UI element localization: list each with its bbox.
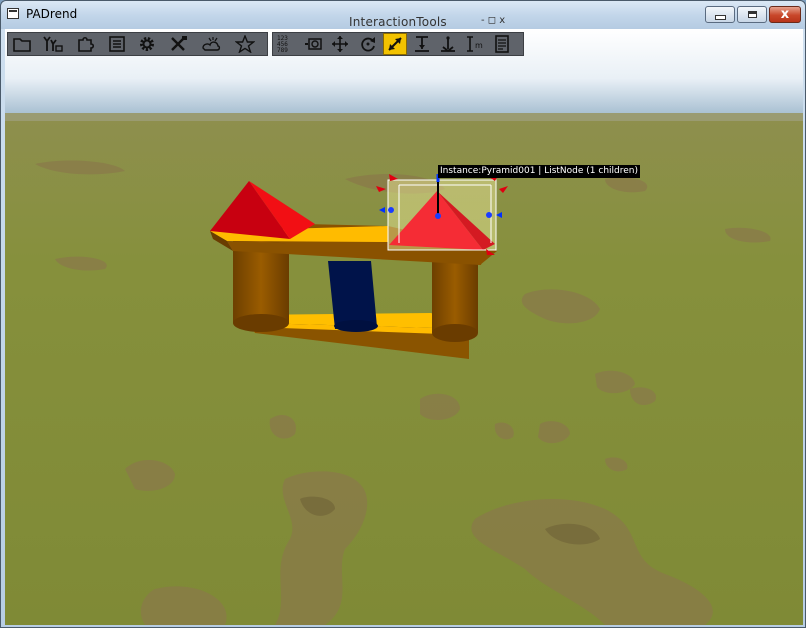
- minimize-button[interactable]: [705, 6, 735, 23]
- star-icon: [235, 35, 255, 53]
- minimize-icon: [714, 14, 726, 20]
- favorites-button[interactable]: [234, 34, 256, 54]
- close-icon: x: [780, 7, 790, 22]
- main-toolbar: [7, 32, 268, 56]
- move-icon: [332, 36, 348, 52]
- scale-icon: [388, 37, 402, 51]
- svg-text:m: m: [475, 41, 483, 50]
- list-icon: [109, 36, 125, 52]
- effects-button[interactable]: [200, 34, 222, 54]
- right-pillar-base: [432, 324, 478, 342]
- interaction-tools-controls[interactable]: - ◻ x: [481, 15, 505, 26]
- app-window: PADrend x InteractionTools - ◻ x 123 456…: [0, 0, 806, 628]
- camera-icon: [305, 38, 322, 50]
- window-title: PADrend: [26, 7, 78, 21]
- list-button[interactable]: [106, 34, 128, 54]
- center-pillar: [328, 261, 377, 329]
- weather-icon: [202, 37, 221, 51]
- tools-button[interactable]: [168, 34, 190, 54]
- horizon-haze: [5, 113, 803, 121]
- interaction-tools-title[interactable]: InteractionTools: [349, 15, 447, 29]
- plugins-button[interactable]: [75, 34, 97, 54]
- move-button[interactable]: [329, 34, 351, 54]
- interaction-toolbar: 123 456 789 m: [272, 32, 524, 56]
- rotate-button[interactable]: [357, 34, 379, 54]
- app-icon: [7, 8, 19, 19]
- tools-icon: [171, 36, 187, 51]
- puzzle-icon: [78, 36, 95, 52]
- rotate-icon: [361, 37, 375, 52]
- snap-down-icon: [415, 36, 429, 52]
- close-button[interactable]: x: [769, 6, 801, 23]
- scene-render[interactable]: [5, 29, 803, 625]
- notes-icon: [495, 35, 509, 53]
- gear-icon: [140, 37, 154, 51]
- left-pillar-base: [233, 314, 289, 332]
- settings-button[interactable]: [136, 34, 158, 54]
- scene-button[interactable]: [42, 34, 64, 54]
- camera-button[interactable]: [303, 34, 325, 54]
- anchor-button[interactable]: [437, 34, 459, 54]
- measure-icon: m: [467, 36, 483, 52]
- anchor-icon: [441, 36, 455, 53]
- numbers-icon: 123 456 789: [277, 35, 288, 54]
- numbers-button[interactable]: 123 456 789: [275, 34, 297, 54]
- 3d-viewport[interactable]: [5, 29, 803, 625]
- svg-text:789: 789: [277, 47, 288, 54]
- node-info-tooltip: Instance:Pyramid001 | ListNode (1 childr…: [438, 165, 640, 178]
- scene-tree-icon: [43, 36, 63, 52]
- center-pillar-base: [334, 320, 378, 332]
- maximize-button[interactable]: [737, 6, 767, 23]
- scale-button[interactable]: [383, 33, 407, 55]
- folder-icon: [13, 38, 31, 52]
- notes-button[interactable]: [491, 34, 513, 54]
- folder-button[interactable]: [11, 34, 33, 54]
- snap-down-button[interactable]: [411, 34, 433, 54]
- measure-button[interactable]: m: [464, 34, 486, 54]
- maximize-icon: [747, 11, 757, 18]
